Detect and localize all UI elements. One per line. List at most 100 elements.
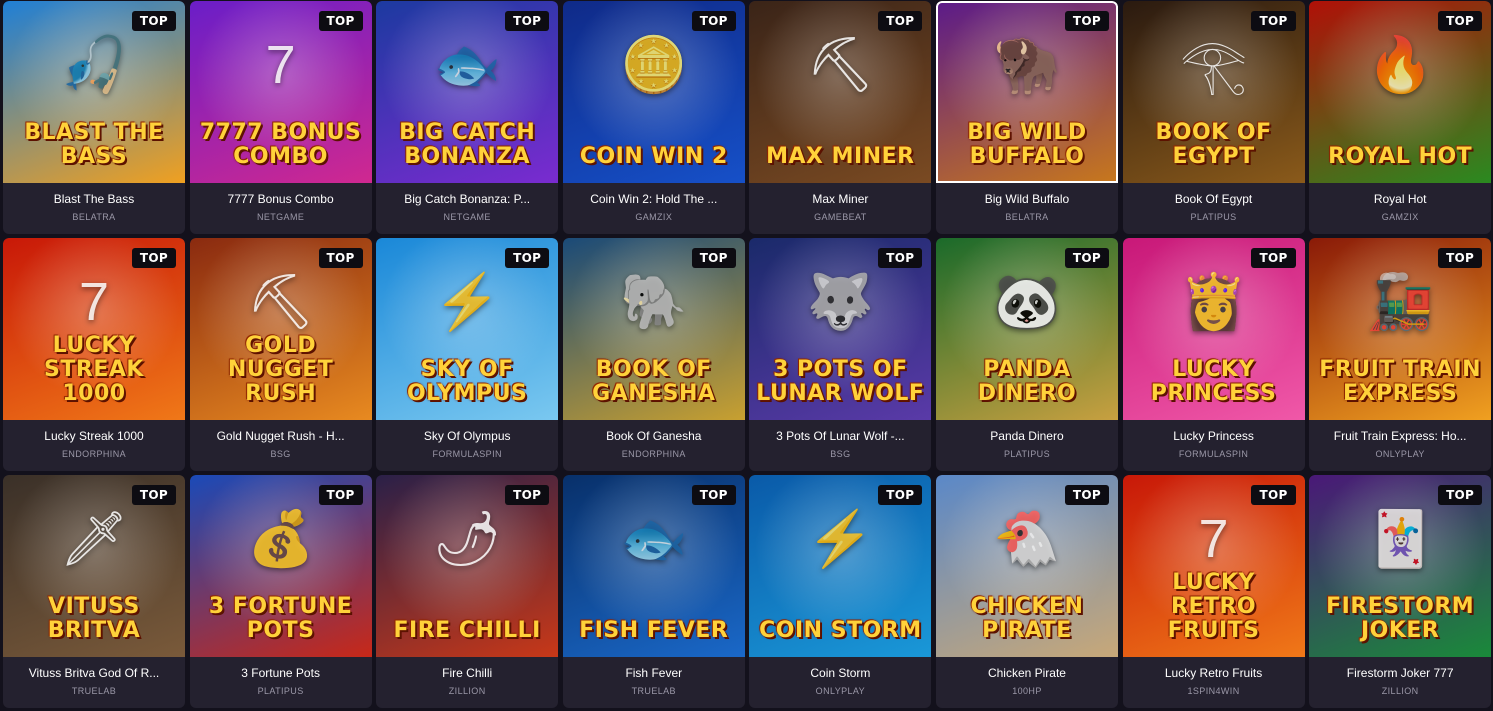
game-thumbnail[interactable]: 🐟 FISH FEVER TOP <box>562 475 745 657</box>
game-thumbnail[interactable]: 🃏 FIRESTORM JOKER TOP <box>1309 475 1492 657</box>
game-card-11[interactable]: 🐘 BOOK OF GANESHA TOP Book Of Ganesha EN… <box>562 238 745 471</box>
game-title[interactable]: Big Catch Bonanza: P... <box>382 192 552 206</box>
game-card-18[interactable]: 🌶 FIRE CHILLI TOP Fire Chilli ZILLION <box>376 475 559 708</box>
game-card-7[interactable]: 🔥 ROYAL HOT TOP Royal Hot GAMZIX <box>1309 1 1492 234</box>
game-title[interactable]: Blast The Bass <box>9 192 179 206</box>
game-provider[interactable]: NETGAME <box>382 212 552 222</box>
game-title[interactable]: Lucky Retro Fruits <box>1129 666 1299 680</box>
game-provider[interactable]: 1SPIN4WIN <box>1129 686 1299 696</box>
game-provider[interactable]: ONLYPLAY <box>755 686 925 696</box>
game-card-17[interactable]: 💰 3 FORTUNE POTS TOP 3 Fortune Pots PLAT… <box>189 475 372 708</box>
game-title[interactable]: Big Wild Buffalo <box>942 192 1112 206</box>
game-thumbnail[interactable]: 🗡 VITUSS BRITVA TOP <box>3 475 185 657</box>
game-title[interactable]: Chicken Pirate <box>942 666 1112 680</box>
game-thumbnail[interactable]: 🔥 ROYAL HOT TOP <box>1309 1 1492 183</box>
game-title[interactable]: Fish Fever <box>569 666 739 680</box>
game-provider[interactable]: GAMZIX <box>1315 212 1485 222</box>
game-card-20[interactable]: ⚡ COIN STORM TOP Coin Storm ONLYPLAY <box>749 475 932 708</box>
game-thumbnail[interactable]: ⛏ GOLD NUGGET RUSH TOP <box>189 238 372 420</box>
game-provider[interactable]: PLATIPUS <box>942 449 1112 459</box>
game-title[interactable]: Max Miner <box>755 192 925 206</box>
game-provider[interactable]: TRUELAB <box>569 686 739 696</box>
game-card-22[interactable]: 7 LUCKY RETRO FRUITS TOP Lucky Retro Fru… <box>1122 475 1305 708</box>
game-title[interactable]: Lucky Princess <box>1129 429 1299 443</box>
game-card-6[interactable]: 𓂀 BOOK OF EGYPT TOP Book Of Egypt PLATIP… <box>1122 1 1305 234</box>
game-card-0[interactable]: 🎣 BLAST THE BASS TOP Blast The Bass BELA… <box>3 1 185 234</box>
game-card-9[interactable]: ⛏ GOLD NUGGET RUSH TOP Gold Nugget Rush … <box>189 238 372 471</box>
game-provider[interactable]: FORMULASPIN <box>382 449 552 459</box>
game-card-1[interactable]: 7 7777 BONUS COMBO TOP 7777 Bonus Combo … <box>189 1 372 234</box>
game-thumbnail[interactable]: 🐘 BOOK OF GANESHA TOP <box>562 238 745 420</box>
game-thumbnail[interactable]: 🐼 PANDA DINERO TOP <box>935 238 1118 420</box>
game-title[interactable]: Panda Dinero <box>942 429 1112 443</box>
game-provider[interactable]: BELATRA <box>9 212 179 222</box>
game-card-4[interactable]: ⛏ MAX MINER TOP Max Miner GAMEBEAT <box>749 1 932 234</box>
top-badge: TOP <box>1438 248 1483 268</box>
game-title[interactable]: Royal Hot <box>1315 192 1485 206</box>
game-title[interactable]: Firestorm Joker 777 <box>1315 666 1485 680</box>
game-title[interactable]: 3 Fortune Pots <box>196 666 366 680</box>
game-title[interactable]: Book Of Ganesha <box>569 429 739 443</box>
game-provider[interactable]: PLATIPUS <box>196 686 366 696</box>
game-thumbnail[interactable]: 🐔 CHICKEN PIRATE TOP <box>935 475 1118 657</box>
game-card-13[interactable]: 🐼 PANDA DINERO TOP Panda Dinero PLATIPUS <box>935 238 1118 471</box>
game-thumbnail[interactable]: 7 LUCKY STREAK 1000 TOP <box>3 238 185 420</box>
game-provider[interactable]: GAMEBEAT <box>755 212 925 222</box>
game-thumbnail[interactable]: 💰 3 FORTUNE POTS TOP <box>189 475 372 657</box>
game-thumbnail[interactable]: 7 7777 BONUS COMBO TOP <box>189 1 372 183</box>
game-provider[interactable]: ONLYPLAY <box>1315 449 1485 459</box>
game-card-15[interactable]: 🚂 FRUIT TRAIN EXPRESS TOP Fruit Train Ex… <box>1309 238 1492 471</box>
joker-icon: 🃏 <box>1366 509 1434 569</box>
game-title[interactable]: Coin Win 2: Hold The ... <box>569 192 739 206</box>
game-thumbnail[interactable]: 🌶 FIRE CHILLI TOP <box>376 475 559 657</box>
game-title[interactable]: Sky Of Olympus <box>382 429 552 443</box>
game-title[interactable]: 7777 Bonus Combo <box>196 192 366 206</box>
game-title[interactable]: Gold Nugget Rush - H... <box>196 429 366 443</box>
game-card-21[interactable]: 🐔 CHICKEN PIRATE TOP Chicken Pirate 100H… <box>935 475 1118 708</box>
game-title[interactable]: Vituss Britva God Of R... <box>9 666 179 680</box>
game-thumbnail[interactable]: 𓂀 BOOK OF EGYPT TOP <box>1122 1 1305 183</box>
game-card-12[interactable]: 🐺 3 POTS OF LUNAR WOLF TOP 3 Pots Of Lun… <box>749 238 932 471</box>
game-thumbnail[interactable]: 🦬 BIG WILD BUFFALO TOP <box>935 1 1118 183</box>
game-logo: COIN STORM <box>759 618 922 643</box>
game-card-8[interactable]: 7 LUCKY STREAK 1000 TOP Lucky Streak 100… <box>3 238 185 471</box>
game-provider[interactable]: ZILLION <box>382 686 552 696</box>
game-thumbnail[interactable]: ⚡ SKY OF OLYMPUS TOP <box>376 238 559 420</box>
game-card-5[interactable]: 🦬 BIG WILD BUFFALO TOP Big Wild Buffalo … <box>935 1 1118 234</box>
game-thumbnail[interactable]: 🪙 COIN WIN 2 TOP <box>562 1 745 183</box>
game-thumbnail[interactable]: 7 LUCKY RETRO FRUITS TOP <box>1122 475 1305 657</box>
game-title[interactable]: 3 Pots Of Lunar Wolf -... <box>755 429 925 443</box>
game-thumbnail[interactable]: ⚡ COIN STORM TOP <box>749 475 932 657</box>
game-provider[interactable]: ENDORPHINA <box>9 449 179 459</box>
game-title[interactable]: Coin Storm <box>755 666 925 680</box>
game-provider[interactable]: ENDORPHINA <box>569 449 739 459</box>
game-provider[interactable]: PLATIPUS <box>1129 212 1299 222</box>
game-card-16[interactable]: 🗡 VITUSS BRITVA TOP Vituss Britva God Of… <box>3 475 185 708</box>
game-card-23[interactable]: 🃏 FIRESTORM JOKER TOP Firestorm Joker 77… <box>1309 475 1492 708</box>
game-thumbnail[interactable]: 🐺 3 POTS OF LUNAR WOLF TOP <box>749 238 932 420</box>
game-provider[interactable]: NETGAME <box>196 212 366 222</box>
game-provider[interactable]: FORMULASPIN <box>1129 449 1299 459</box>
game-title[interactable]: Fruit Train Express: Ho... <box>1315 429 1485 443</box>
game-thumbnail[interactable]: 🚂 FRUIT TRAIN EXPRESS TOP <box>1309 238 1492 420</box>
game-title[interactable]: Fire Chilli <box>382 666 552 680</box>
game-thumbnail[interactable]: 🐟 BIG CATCH BONANZA TOP <box>376 1 559 183</box>
game-provider[interactable]: ZILLION <box>1315 686 1485 696</box>
game-provider[interactable]: GAMZIX <box>569 212 739 222</box>
game-provider[interactable]: BSG <box>755 449 925 459</box>
game-card-19[interactable]: 🐟 FISH FEVER TOP Fish Fever TRUELAB <box>562 475 745 708</box>
game-thumbnail[interactable]: ⛏ MAX MINER TOP <box>749 1 932 183</box>
game-card-14[interactable]: 👸 LUCKY PRINCESS TOP Lucky Princess FORM… <box>1122 238 1305 471</box>
game-provider[interactable]: BELATRA <box>942 212 1112 222</box>
game-thumbnail[interactable]: 👸 LUCKY PRINCESS TOP <box>1122 238 1305 420</box>
game-thumbnail[interactable]: 🎣 BLAST THE BASS TOP <box>3 1 185 183</box>
game-card-10[interactable]: ⚡ SKY OF OLYMPUS TOP Sky Of Olympus FORM… <box>376 238 559 471</box>
game-provider[interactable]: 100HP <box>942 686 1112 696</box>
fortune-god-icon: 💰 <box>246 509 315 569</box>
game-title[interactable]: Lucky Streak 1000 <box>9 429 179 443</box>
game-card-3[interactable]: 🪙 COIN WIN 2 TOP Coin Win 2: Hold The ..… <box>562 1 745 234</box>
game-provider[interactable]: TRUELAB <box>9 686 179 696</box>
game-card-2[interactable]: 🐟 BIG CATCH BONANZA TOP Big Catch Bonanz… <box>376 1 559 234</box>
game-title[interactable]: Book Of Egypt <box>1129 192 1299 206</box>
game-provider[interactable]: BSG <box>196 449 366 459</box>
